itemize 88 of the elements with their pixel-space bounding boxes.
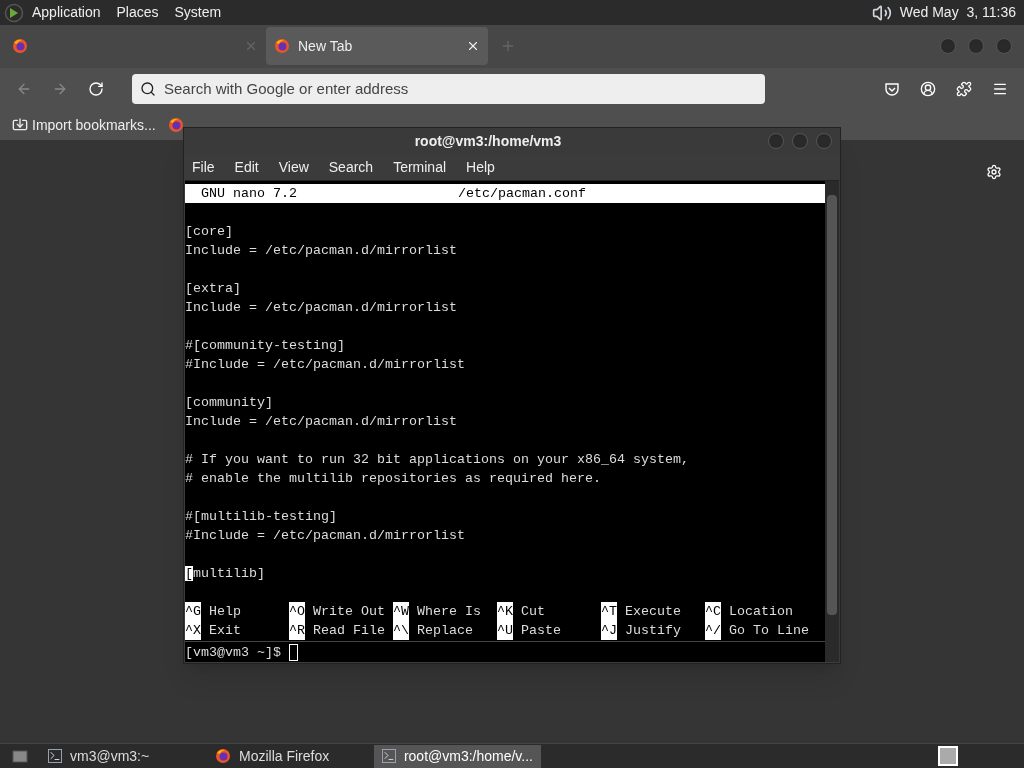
code-line: # enable the multilib repositories as required here. bbox=[185, 471, 601, 486]
window-control-button[interactable] bbox=[968, 38, 984, 54]
scrollbar[interactable] bbox=[825, 181, 839, 662]
address-bar[interactable]: Search with Google or enter address bbox=[132, 74, 765, 104]
code-line: #Include = /etc/pacman.d/mirrorlist bbox=[185, 528, 465, 543]
firefox-icon bbox=[274, 38, 290, 54]
window-control-button[interactable] bbox=[792, 133, 808, 149]
address-input[interactable]: Search with Google or enter address bbox=[164, 77, 757, 101]
panel-menu[interactable]: Application bbox=[32, 2, 101, 23]
menu-item[interactable]: Search bbox=[328, 156, 374, 178]
shortcut-label: Cut bbox=[521, 603, 545, 621]
shortcut-key: ^C bbox=[705, 602, 721, 621]
import-icon bbox=[12, 117, 28, 133]
shortcut-label: Go To Line bbox=[729, 622, 809, 640]
shortcut-label: Justify bbox=[625, 622, 681, 640]
close-icon[interactable] bbox=[466, 39, 480, 53]
shortcut-key: ^R bbox=[289, 621, 305, 640]
code-line: [multilib] bbox=[185, 566, 265, 581]
shortcut-label: Read File bbox=[313, 622, 385, 640]
shortcut-label: Write Out bbox=[313, 603, 385, 621]
code-line: #[community-testing] bbox=[185, 338, 345, 353]
account-icon[interactable] bbox=[920, 81, 936, 97]
shortcut-key: ^/ bbox=[705, 621, 721, 640]
shortcut-label: Help bbox=[209, 603, 241, 621]
pocket-icon[interactable] bbox=[884, 81, 900, 97]
shortcut-key: ^G bbox=[185, 602, 201, 621]
window-control-button[interactable] bbox=[996, 38, 1012, 54]
taskbar-button[interactable]: Mozilla Firefox bbox=[207, 744, 374, 768]
panel-menu[interactable]: Places bbox=[116, 2, 159, 23]
shortcut-label: Replace bbox=[417, 622, 473, 640]
browser-tab[interactable]: New Tab bbox=[266, 27, 488, 65]
distro-logo-icon[interactable] bbox=[4, 2, 24, 23]
shortcut-key: ^W bbox=[393, 602, 409, 621]
window-title: root@vm3:/home/vm3 bbox=[413, 131, 563, 151]
shortcut-key: ^K bbox=[497, 602, 513, 621]
code-line: [core] bbox=[185, 224, 233, 239]
window-control-button[interactable] bbox=[816, 133, 832, 149]
taskbar-button[interactable]: vm3@vm3:~ bbox=[40, 744, 207, 768]
menu-item[interactable]: File bbox=[192, 156, 215, 178]
forward-icon[interactable] bbox=[52, 81, 68, 97]
taskbar-button[interactable]: root@vm3:/home/v... bbox=[374, 744, 541, 768]
file-name: /etc/pacman.conf bbox=[458, 185, 586, 203]
code-line: [extra] bbox=[185, 281, 241, 296]
panel-menu[interactable]: System bbox=[174, 2, 222, 23]
text-cursor bbox=[289, 644, 298, 661]
menu-item[interactable]: Help bbox=[466, 156, 495, 178]
shortcut-label: Exit bbox=[209, 622, 241, 640]
search-icon bbox=[140, 81, 156, 97]
code-line: Include = /etc/pacman.d/mirrorlist bbox=[185, 414, 457, 429]
shell-prompt: [vm3@vm3 ~]$ bbox=[185, 644, 281, 662]
code-line: #Include = /etc/pacman.d/mirrorlist bbox=[185, 357, 465, 372]
shortcut-label: Location bbox=[729, 603, 793, 621]
shortcut-label: Paste bbox=[521, 622, 561, 640]
bookmark-item[interactable]: Import bookmarks... bbox=[12, 114, 156, 136]
code-line: Include = /etc/pacman.d/mirrorlist bbox=[185, 300, 457, 315]
volume-icon[interactable] bbox=[871, 2, 892, 23]
extensions-icon[interactable] bbox=[956, 81, 972, 97]
shortcut-key: ^J bbox=[601, 621, 617, 640]
menu-item[interactable]: Edit bbox=[234, 156, 259, 178]
nano-version: GNU nano 7.2 bbox=[201, 185, 298, 203]
menu-item[interactable]: Terminal bbox=[393, 156, 447, 178]
terminal-icon bbox=[382, 749, 396, 763]
code-line: #[multilib-testing] bbox=[185, 509, 337, 524]
new-tab-icon[interactable] bbox=[500, 38, 516, 54]
reload-icon[interactable] bbox=[88, 81, 104, 97]
firefox-icon bbox=[215, 748, 231, 764]
shortcut-key: ^U bbox=[497, 621, 513, 640]
tab-title: New Tab bbox=[298, 36, 354, 56]
code-line: Include = /etc/pacman.d/mirrorlist bbox=[185, 243, 457, 258]
menu-icon[interactable] bbox=[992, 81, 1008, 97]
firefox-icon bbox=[12, 38, 28, 54]
window-control-button[interactable] bbox=[768, 133, 784, 149]
shortcut-label: Execute bbox=[625, 603, 681, 621]
shortcut-label: Where Is bbox=[417, 603, 481, 621]
terminal-icon bbox=[48, 749, 62, 763]
firefox-icon bbox=[167, 117, 184, 133]
back-icon[interactable] bbox=[16, 81, 32, 97]
settings-icon[interactable] bbox=[986, 164, 1002, 180]
shortcut-key: ^O bbox=[289, 602, 305, 621]
clock[interactable]: Wed May 3, 11:36 bbox=[899, 2, 1016, 23]
code-line: [community] bbox=[185, 395, 273, 410]
shortcut-key: ^T bbox=[601, 602, 617, 621]
shortcut-key: ^\ bbox=[393, 621, 409, 640]
workspace-switcher[interactable] bbox=[938, 746, 958, 766]
menu-item[interactable]: View bbox=[278, 156, 309, 178]
shortcut-key: ^X bbox=[185, 621, 201, 640]
window-control-button[interactable] bbox=[940, 38, 956, 54]
code-line: # If you want to run 32 bit applications on your x86_64 system, bbox=[185, 452, 689, 467]
